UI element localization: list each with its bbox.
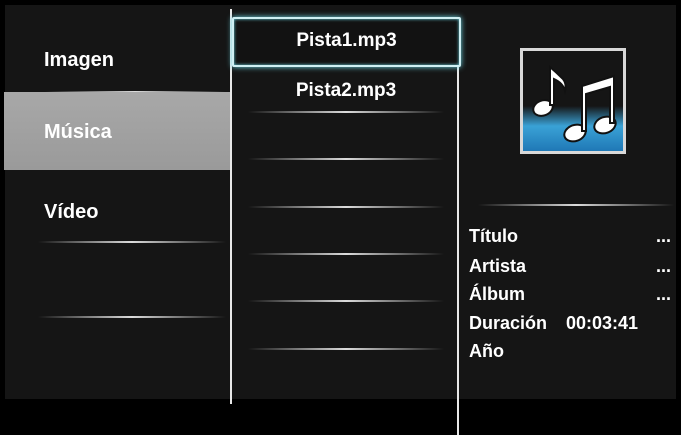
info-value-album: ... [656,284,672,304]
music-note-icon [532,64,617,143]
info-value-artista: ... [656,256,672,276]
file-name: Pista2.mp3 [295,80,397,101]
album-art [520,48,626,154]
list-separator [248,111,444,113]
info-label-artista: Artista [469,256,527,276]
info-label-titulo: Título [469,226,518,246]
menu-item-label: Imagen [44,49,115,71]
file-item-pista2[interactable]: Pista2.mp3 [233,68,459,116]
menu-item-imagen[interactable]: Imagen [4,19,230,97]
menu-item-musica[interactable]: Música [4,92,230,170]
list-separator [248,300,444,302]
info-value-titulo: ... [656,226,672,246]
menu-item-label: Vídeo [44,201,99,223]
list-separator [248,158,444,160]
menu-item-video[interactable]: Vídeo [4,170,230,248]
info-label-album: Álbum [469,284,525,304]
menu-separator [38,316,226,318]
menu-separator [38,241,226,243]
list-separator [248,348,444,350]
info-value-duracion: 00:03:41 [566,313,639,333]
info-label-duracion: Duración [469,313,548,333]
file-item-pista1[interactable]: Pista1.mp3 [232,17,461,67]
info-separator [478,204,674,206]
menu-item-label: Música [44,121,112,143]
column-divider [230,9,232,404]
list-separator [248,253,444,255]
file-name: Pista1.mp3 [296,30,397,51]
info-label-ano: Año [469,341,504,361]
list-separator [248,206,444,208]
